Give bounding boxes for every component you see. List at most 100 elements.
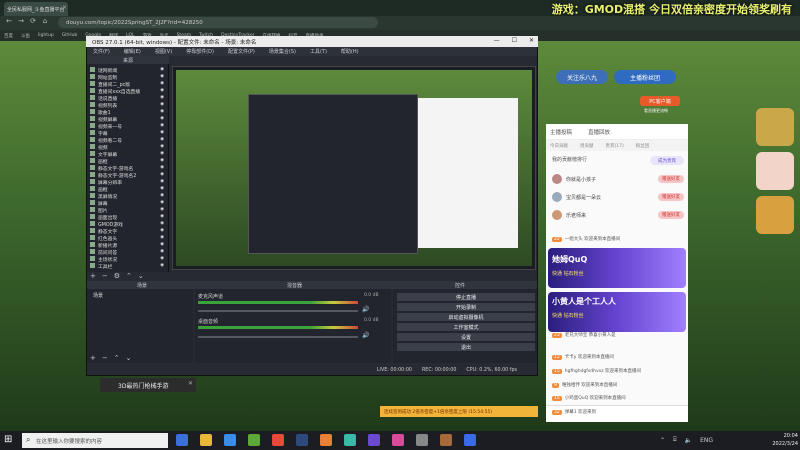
app-icon[interactable] — [344, 434, 356, 446]
rail-banner[interactable] — [756, 108, 794, 146]
visibility-eye-icon[interactable]: ◉ — [160, 193, 164, 198]
source-item[interactable]: 静态文字 ◉ — [90, 228, 168, 235]
minimize-icon[interactable]: — — [494, 37, 500, 44]
app-icon[interactable] — [464, 434, 476, 446]
browser-tab[interactable]: 全民私服网_斗鱼直播平台 — [4, 2, 68, 16]
visibility-eye-icon[interactable]: ◉ — [160, 207, 164, 212]
visibility-eye-icon[interactable]: ◉ — [160, 179, 164, 184]
volume-slider[interactable] — [198, 310, 358, 312]
subtab-week[interactable]: 周贡献 — [580, 143, 594, 149]
source-item[interactable]: 静态文字-游戏名2 ◉ — [90, 172, 168, 179]
visibility-eye-icon[interactable]: ◉ — [160, 200, 164, 205]
stop-streaming-button[interactable]: 停止直播 — [397, 293, 535, 301]
source-item[interactable]: 话说直播 ◉ — [90, 95, 168, 102]
task-view-icon[interactable] — [176, 434, 188, 446]
app-icon[interactable] — [392, 434, 404, 446]
taskbar-preview-popup[interactable]: 3D最热门枪械手游 — [100, 378, 196, 392]
menu-tools[interactable]: 工具(T) — [310, 48, 327, 55]
menu-file[interactable]: 文件(F) — [93, 48, 110, 55]
back-icon[interactable]: ← — [4, 17, 14, 28]
visibility-eye-icon[interactable]: ◉ — [160, 109, 164, 114]
remove-icon[interactable]: − — [102, 354, 108, 362]
move-down-icon[interactable]: ⌄ — [138, 272, 144, 280]
volume-icon[interactable]: 🔈 — [685, 437, 692, 444]
source-item[interactable]: 歌曲1 ◉ — [90, 109, 168, 116]
visibility-eye-icon[interactable]: ◉ — [160, 242, 164, 247]
tab-uploads[interactable]: 主播投稿 — [550, 128, 572, 136]
visibility-eye-icon[interactable]: ◉ — [160, 256, 164, 261]
source-item[interactable]: 主场状况 ◉ — [90, 256, 168, 263]
visibility-eye-icon[interactable]: ◉ — [160, 102, 164, 107]
gift-button[interactable]: 赠送好友 — [658, 211, 684, 219]
add-icon[interactable]: + — [90, 354, 96, 362]
tab-replays[interactable]: 直播回放 — [588, 128, 610, 136]
menu-scene-collection[interactable]: 场景集合(S) — [269, 48, 296, 55]
steam-icon[interactable] — [296, 434, 308, 446]
remove-icon[interactable]: − — [102, 272, 108, 280]
source-item[interactable]: 画面出现 ◉ — [90, 214, 168, 221]
chevron-up-icon[interactable]: ⌃ — [660, 437, 665, 444]
move-up-icon[interactable]: ⌃ — [126, 272, 132, 280]
source-item[interactable]: 图片 ◉ — [90, 207, 168, 214]
close-icon[interactable]: ✕ — [529, 37, 534, 44]
fan-club-button[interactable]: 主播粉丝团 — [614, 70, 676, 84]
move-up-icon[interactable]: ⌃ — [114, 354, 120, 362]
source-item[interactable]: 屏幕分辨率 ◉ — [90, 179, 168, 186]
visibility-eye-icon[interactable]: ◉ — [160, 158, 164, 163]
network-icon[interactable]: ⌸ — [673, 436, 677, 444]
exit-button[interactable]: 退出 — [397, 343, 535, 351]
move-down-icon[interactable]: ⌄ — [126, 354, 132, 362]
rail-avatar[interactable] — [756, 152, 794, 190]
settings-button[interactable]: 设置 — [397, 333, 535, 341]
visibility-eye-icon[interactable]: ◉ — [160, 144, 164, 149]
file-explorer-icon[interactable] — [200, 434, 212, 446]
visibility-eye-icon[interactable]: ◉ — [160, 116, 164, 121]
source-item[interactable]: 工具栏 ◉ — [90, 263, 168, 270]
gift-button[interactable]: 赠送好友 — [658, 193, 684, 201]
source-item[interactable]: 画框 ◉ — [90, 158, 168, 165]
bookmark-item[interactable]: 百度 — [4, 33, 13, 39]
language-indicator[interactable]: ENG — [700, 437, 713, 444]
visibility-eye-icon[interactable]: ◉ — [160, 130, 164, 135]
follow-button[interactable]: 关注乐八九 — [556, 70, 608, 84]
menu-profile[interactable]: 配置文件(P) — [228, 48, 255, 55]
visibility-eye-icon[interactable]: ◉ — [160, 67, 164, 72]
visibility-eye-icon[interactable]: ◉ — [160, 165, 164, 170]
gear-icon[interactable]: ⚙ — [114, 272, 120, 280]
source-item[interactable]: 视频屏幕 ◉ — [90, 116, 168, 123]
reload-icon[interactable]: ⟳ — [28, 17, 38, 28]
gift-button[interactable]: 赠送好友 — [658, 175, 684, 183]
visibility-eye-icon[interactable]: ◉ — [160, 186, 164, 191]
source-item[interactable]: 直播间xxx自选直播 ◉ — [90, 88, 168, 95]
virtual-camera-button[interactable]: 启动虚拟摄像机 — [397, 313, 535, 321]
volume-slider[interactable] — [198, 336, 358, 338]
forward-icon[interactable]: → — [16, 17, 26, 28]
visibility-eye-icon[interactable]: ◉ — [160, 137, 164, 142]
rail-promo[interactable] — [756, 196, 794, 234]
close-icon[interactable]: × — [62, 4, 67, 11]
taskbar-clock[interactable]: 20:04 2022/3/24 — [740, 432, 798, 450]
visibility-eye-icon[interactable]: ◉ — [160, 151, 164, 156]
visibility-eye-icon[interactable]: ◉ — [160, 81, 164, 86]
source-item[interactable]: 前间问答 ◉ — [90, 249, 168, 256]
app-icon[interactable] — [440, 434, 452, 446]
become-vip-button[interactable]: 成为贵宾 — [650, 156, 684, 165]
menu-view[interactable]: 视图(V) — [155, 48, 172, 55]
source-item[interactable]: 静态文字-游戏名 ◉ — [90, 165, 168, 172]
source-item[interactable]: 红色画头 ◉ — [90, 235, 168, 242]
visibility-eye-icon[interactable]: ◉ — [160, 214, 164, 219]
source-item[interactable]: 视频来一号 ◉ — [90, 123, 168, 130]
subtab-today[interactable]: 今日贡献 — [550, 143, 568, 149]
start-recording-button[interactable]: 开始录制 — [397, 303, 535, 311]
url-input[interactable]: douyu.com/topic/2022SpringST_2J2F?rid=42… — [58, 17, 378, 28]
add-icon[interactable]: + — [90, 272, 96, 280]
visibility-eye-icon[interactable]: ◉ — [160, 228, 164, 233]
app-icon[interactable] — [320, 434, 332, 446]
source-item[interactable]: 字幕 ◉ — [90, 130, 168, 137]
pc-client-button[interactable]: PC客户端 — [640, 96, 680, 106]
visibility-eye-icon[interactable]: ◉ — [160, 172, 164, 177]
bookmark-item[interactable]: GitHub — [62, 33, 78, 38]
visibility-eye-icon[interactable]: ◉ — [160, 249, 164, 254]
visibility-eye-icon[interactable]: ◉ — [160, 123, 164, 128]
studio-mode-button[interactable]: 工作室模式 — [397, 323, 535, 331]
